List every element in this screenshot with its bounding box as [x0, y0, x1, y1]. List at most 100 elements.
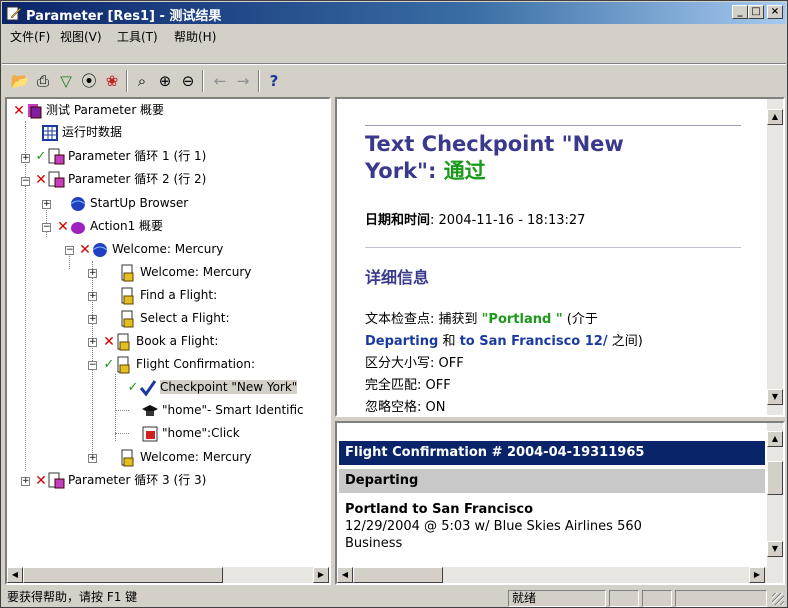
scroll-thumb[interactable] — [767, 461, 783, 495]
expand-toggle[interactable]: + — [88, 269, 97, 278]
collapse-toggle[interactable]: − — [88, 361, 97, 370]
tree-item-book-flight[interactable]: ✕ Book a Flight: — [103, 330, 218, 352]
zoom-fit-icon[interactable]: ⌕ — [132, 71, 152, 91]
iteration-icon — [48, 171, 65, 187]
tree-horizontal-scrollbar[interactable]: ◀ ▶ — [7, 567, 329, 583]
heading-line-1: Text Checkpoint "New — [365, 132, 624, 156]
scroll-left-button[interactable]: ◀ — [337, 567, 353, 583]
scroll-right-button[interactable]: ▶ — [749, 567, 765, 583]
flight-route: Portland to San Francisco — [345, 502, 534, 517]
tree-item-startup-browser[interactable]: StartUp Browser — [69, 192, 188, 214]
snapshot-horizontal-scrollbar[interactable]: ◀ ▶ — [337, 567, 783, 583]
pass-icon: ✓ — [35, 148, 47, 164]
resize-grip[interactable] — [772, 593, 784, 605]
help-icon[interactable]: ? — [264, 71, 284, 91]
tree-item-home-smart[interactable]: "home"- Smart Identific — [141, 399, 304, 421]
scroll-up-button[interactable]: ▲ — [767, 109, 783, 125]
tree-item-label: Action1 概要 — [90, 219, 164, 233]
tree-item-action1[interactable]: ✕ Action1 概要 — [57, 215, 163, 237]
expand-toggle[interactable]: + — [88, 315, 97, 324]
capture-label: 文本检查点: 捕获到 — [365, 312, 482, 327]
fail-icon: ✕ — [57, 218, 69, 235]
pass-status: 通过 — [443, 159, 486, 183]
tree-item-label: Parameter 循环 1 (行 1) — [68, 149, 207, 163]
page-icon — [121, 310, 134, 327]
checkpoint-heading: Text Checkpoint "New York": 通过 — [365, 131, 745, 185]
back-arrow-icon[interactable]: ← — [210, 71, 230, 91]
tree-item-welcome-mercury[interactable]: ✕ Welcome: Mercury — [79, 238, 223, 260]
fail-icon: ✕ — [35, 171, 47, 188]
tree-item-label: Welcome: Mercury — [140, 450, 252, 464]
app-window: Parameter [Res1] - 测试结果 _ □ × 文件(F) 视图(V… — [0, 0, 788, 608]
iteration-icon — [48, 472, 65, 488]
scroll-down-button[interactable]: ▼ — [767, 389, 783, 405]
tree-item-flight-confirmation[interactable]: ✓ Flight Confirmation: — [103, 353, 255, 375]
scroll-left-button[interactable]: ◀ — [7, 567, 23, 583]
tree-item-runtime-data[interactable]: 运行时数据 — [41, 121, 122, 143]
status-cell — [609, 590, 639, 607]
expand-toggle[interactable]: + — [88, 454, 97, 463]
tree-item-label: "home"- Smart Identific — [162, 403, 304, 417]
checkpoint-icon — [139, 379, 157, 396]
tree-item-iteration-1[interactable]: ✓ Parameter 循环 1 (行 1) — [35, 145, 206, 167]
open-folder-icon[interactable]: 📂 — [10, 71, 30, 91]
scroll-thumb[interactable] — [23, 567, 223, 583]
tree-item-iteration-3[interactable]: ✕ Parameter 循环 3 (行 3) — [35, 469, 206, 491]
tree-item-root[interactable]: ✕ 测试 Parameter 概要 — [13, 99, 164, 121]
application-snapshot-pane: Flight Confirmation # 2004-04-19311965 D… — [335, 421, 785, 585]
tree-line — [25, 121, 26, 471]
title-bar[interactable]: Parameter [Res1] - 测试结果 _ □ × — [2, 2, 786, 24]
expand-toggle[interactable]: + — [42, 200, 51, 209]
scroll-up-button[interactable]: ▲ — [767, 431, 783, 447]
page-icon — [121, 264, 134, 281]
expand-toggle[interactable]: + — [88, 338, 97, 347]
zoom-out-icon[interactable]: ⊖ — [178, 71, 198, 91]
collapse-toggle[interactable]: − — [21, 177, 30, 186]
status-ready: 就绪 — [508, 590, 606, 607]
print-icon[interactable]: ⎙ — [33, 71, 53, 91]
tree-item-label: Book a Flight: — [136, 334, 219, 348]
filter-icon[interactable]: ▽ — [56, 71, 76, 91]
tree-item-iteration-2[interactable]: ✕ Parameter 循环 2 (行 2) — [35, 168, 206, 190]
zoom-in-icon[interactable]: ⊕ — [155, 71, 175, 91]
browser-globe-icon — [70, 196, 86, 211]
toolbar-separator — [258, 70, 260, 92]
snapshot-vertical-scrollbar[interactable]: ▲ ▼ — [767, 423, 783, 567]
tree-line — [115, 410, 129, 411]
menu-tools[interactable]: 工具(T) — [117, 28, 158, 45]
tree-item-welcome-mercury-2[interactable]: Welcome: Mercury — [119, 446, 251, 468]
expand-toggle[interactable]: + — [21, 477, 30, 486]
tree-item-label: Select a Flight: — [140, 311, 230, 325]
page-icon — [121, 287, 134, 304]
menu-file[interactable]: 文件(F) — [10, 28, 50, 45]
tree-item-find-flight[interactable]: Find a Flight: — [119, 284, 217, 306]
forward-arrow-icon[interactable]: → — [233, 71, 253, 91]
action-icon — [71, 221, 85, 234]
menu-help[interactable]: 帮助(H) — [174, 28, 216, 45]
scroll-right-button[interactable]: ▶ — [313, 567, 329, 583]
tree-item-label: 运行时数据 — [62, 125, 123, 139]
expand-toggle[interactable]: + — [88, 292, 97, 301]
scroll-down-button[interactable]: ▼ — [767, 541, 783, 557]
tree-item-home-click[interactable]: "home":Click — [141, 422, 240, 444]
datetime-label: 日期和时间 — [365, 213, 431, 228]
collapse-toggle[interactable]: − — [42, 223, 51, 232]
results-tree-pane[interactable]: ✕ 测试 Parameter 概要 运行时数据 + ✓ Parameter 循环 1… — [5, 97, 331, 585]
menu-view[interactable]: 视图(V) — [60, 28, 102, 45]
expand-toggle[interactable]: + — [21, 154, 30, 163]
maximize-button[interactable]: □ — [748, 5, 764, 19]
captured-text: "Portland " — [481, 312, 563, 327]
grid-table-icon — [42, 124, 58, 141]
flight-details: Portland to San Francisco 12/29/2004 @ 5… — [345, 501, 642, 552]
details-vertical-scrollbar[interactable]: ▲ ▼ — [767, 99, 783, 415]
collapse-toggle[interactable]: − — [65, 246, 74, 255]
page-icon — [117, 333, 130, 350]
tree-item-welcome-page[interactable]: Welcome: Mercury — [119, 261, 251, 283]
tree-item-checkpoint[interactable]: ✓ Checkpoint "New York" — [127, 376, 298, 398]
close-button[interactable]: × — [767, 5, 783, 19]
find-icon[interactable]: ⦿ — [79, 71, 99, 91]
scroll-thumb[interactable] — [353, 567, 443, 583]
tree-item-select-flight[interactable]: Select a Flight: — [119, 307, 230, 329]
minimize-button[interactable]: _ — [732, 5, 748, 19]
bug-icon[interactable]: ❀ — [102, 71, 122, 91]
